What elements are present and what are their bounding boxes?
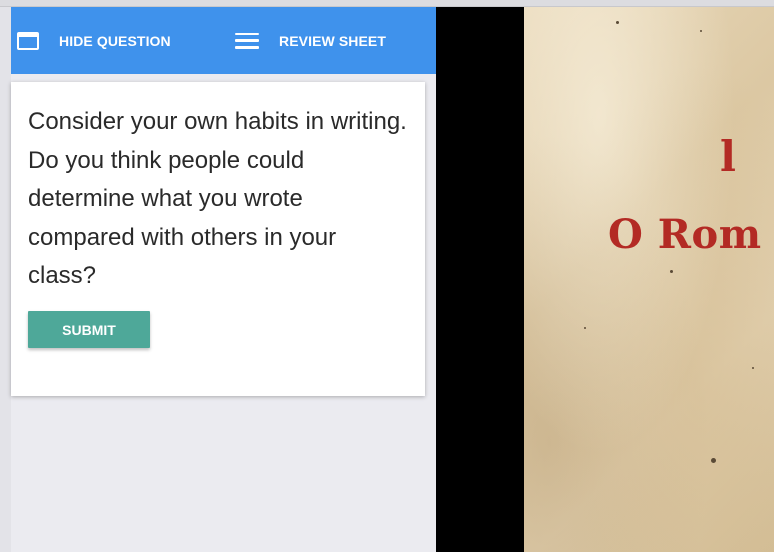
ink-speck	[616, 21, 619, 24]
question-text: Consider your own habits in writing. Do …	[28, 108, 407, 289]
ink-speck	[584, 327, 586, 329]
menu-icon	[235, 32, 259, 49]
manuscript-title: O Rom	[608, 211, 762, 258]
ink-speck	[711, 458, 716, 463]
review-sheet-button[interactable]: REVIEW SHEET	[235, 7, 386, 74]
manuscript-image: l O Rom	[524, 7, 774, 552]
manuscript-number: l	[720, 132, 736, 181]
app-window: HIDE QUESTION REVIEW SHEET Consider your…	[0, 0, 774, 552]
hide-question-button[interactable]: HIDE QUESTION	[17, 7, 171, 74]
top-border	[0, 0, 774, 7]
question-panel: HIDE QUESTION REVIEW SHEET Consider your…	[0, 7, 436, 552]
submit-button[interactable]: SUBMIT	[28, 311, 150, 348]
ink-speck	[700, 30, 702, 32]
window-icon	[17, 31, 39, 50]
hide-question-label: HIDE QUESTION	[59, 32, 171, 49]
question-card: Consider your own habits in writing. Do …	[11, 82, 425, 396]
ink-speck	[670, 270, 673, 273]
review-sheet-label: REVIEW SHEET	[279, 32, 386, 49]
divider-strip	[436, 7, 524, 552]
toolbar: HIDE QUESTION REVIEW SHEET	[11, 7, 436, 74]
panel-gutter	[0, 7, 11, 552]
ink-speck	[752, 367, 754, 369]
